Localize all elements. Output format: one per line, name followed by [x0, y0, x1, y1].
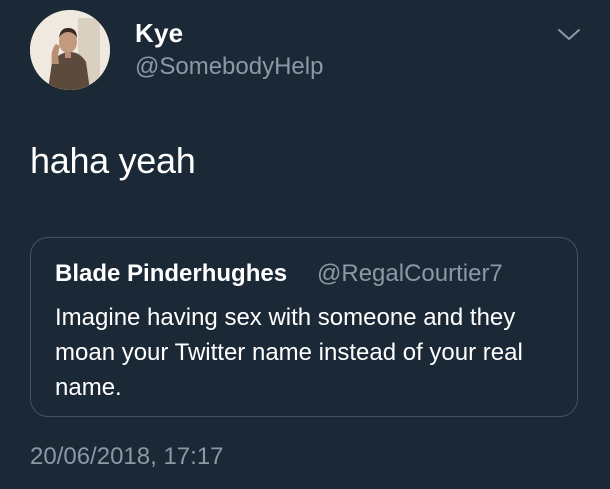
avatar-image: [30, 10, 110, 90]
avatar[interactable]: [30, 10, 110, 90]
tweet-timestamp[interactable]: 20/06/2018, 17:17: [30, 443, 224, 471]
quoted-tweet-text: Imagine having sex with someone and they…: [55, 304, 523, 401]
author-handle[interactable]: @SomebodyHelp: [135, 53, 323, 81]
quoted-tweet[interactable]: Blade Pinderhughes @RegalCourtier7 Imagi…: [30, 237, 578, 417]
quoted-author-name: Blade Pinderhughes: [55, 260, 288, 287]
tweet-text: haha yeah: [30, 140, 196, 181]
chevron-down-icon[interactable]: [556, 24, 582, 44]
quoted-author-handle: @RegalCourtier7: [317, 260, 503, 287]
author-name[interactable]: Kye: [135, 18, 183, 49]
tweet: Kye @SomebodyHelp haha yeah Blade Pinder…: [0, 0, 610, 489]
